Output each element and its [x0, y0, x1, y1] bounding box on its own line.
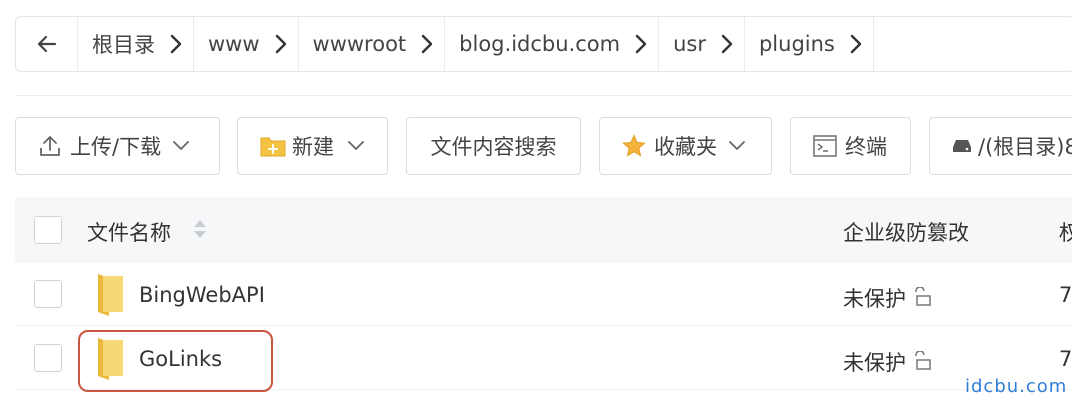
breadcrumb: 根目录 www wwwroot blog.idcbu.com usr plugi… [15, 16, 1072, 72]
content-search-button[interactable]: 文件内容搜索 [406, 117, 581, 175]
chevron-right-icon [839, 34, 873, 54]
sort-icon[interactable] [193, 218, 207, 240]
chevron-down-icon [729, 141, 745, 150]
breadcrumb-label: blog.idcbu.com [459, 32, 621, 56]
breadcrumb-item-root[interactable]: 根目录 [78, 17, 194, 71]
folder-icon [98, 274, 123, 316]
column-tamper-header: 企业级防篡改 [843, 221, 969, 245]
column-perm-header: 权 [1059, 221, 1072, 245]
breadcrumb-item-wwwroot[interactable]: wwwroot [299, 17, 446, 71]
breadcrumb-label: plugins [758, 32, 835, 56]
arrow-left-icon [37, 35, 56, 53]
breadcrumb-item-plugins[interactable]: plugins [745, 17, 874, 71]
back-button[interactable] [16, 17, 78, 71]
terminal-label: 终端 [845, 135, 887, 159]
chevron-right-icon [159, 34, 193, 54]
breadcrumb-label: 根目录 [92, 33, 155, 57]
upload-download-button[interactable]: 上传/下载 [15, 117, 220, 175]
breadcrumb-label: usr [673, 32, 706, 56]
unlock-icon[interactable] [913, 351, 933, 371]
file-name[interactable]: BingWebAPI [139, 283, 265, 307]
upload-icon [40, 136, 60, 156]
column-name-header[interactable]: 文件名称 [87, 217, 171, 247]
tamper-status[interactable]: 未保护 [843, 283, 906, 313]
permission-value: 7 [1059, 283, 1072, 307]
new-button[interactable]: 新建 [237, 117, 388, 175]
new-label: 新建 [292, 135, 334, 159]
breadcrumb-item-usr[interactable]: usr [659, 17, 745, 71]
chevron-right-icon [710, 34, 744, 54]
breadcrumb-label: wwwroot [312, 32, 407, 56]
terminal-button[interactable]: 终端 [790, 117, 911, 175]
row-checkbox[interactable] [34, 280, 62, 308]
star-icon [622, 134, 646, 157]
select-all-checkbox[interactable] [34, 216, 62, 244]
chevron-down-icon [348, 141, 364, 150]
chevron-down-icon [173, 141, 189, 150]
disk-button[interactable]: /(根目录)8 [929, 117, 1072, 175]
row-checkbox[interactable] [34, 344, 62, 372]
highlight-box [78, 330, 273, 392]
chevron-right-icon [410, 34, 444, 54]
content-search-label: 文件内容搜索 [430, 135, 557, 159]
permission-value: 7 [1059, 347, 1072, 371]
disk-icon [953, 140, 971, 152]
terminal-icon [813, 135, 837, 157]
breadcrumb-path-input[interactable] [874, 17, 1072, 71]
watermark: idcbu.com [965, 376, 1068, 397]
favorites-button[interactable]: 收藏夹 [599, 117, 772, 175]
table-header: 文件名称 企业级防篡改 权 [15, 197, 1072, 263]
divider [15, 95, 1072, 96]
breadcrumb-label: www [208, 32, 260, 56]
unlock-icon[interactable] [913, 287, 933, 307]
favorites-label: 收藏夹 [654, 135, 717, 159]
new-folder-icon [260, 137, 286, 157]
chevron-right-icon [264, 34, 298, 54]
breadcrumb-item-www[interactable]: www [194, 17, 299, 71]
disk-label: /(根目录)8 [978, 135, 1072, 159]
upload-download-label: 上传/下载 [70, 135, 162, 159]
breadcrumb-item-site[interactable]: blog.idcbu.com [445, 17, 660, 71]
chevron-right-icon [624, 34, 658, 54]
tamper-status[interactable]: 未保护 [843, 347, 906, 377]
table-row[interactable]: BingWebAPI 未保护 7 [15, 263, 1072, 326]
